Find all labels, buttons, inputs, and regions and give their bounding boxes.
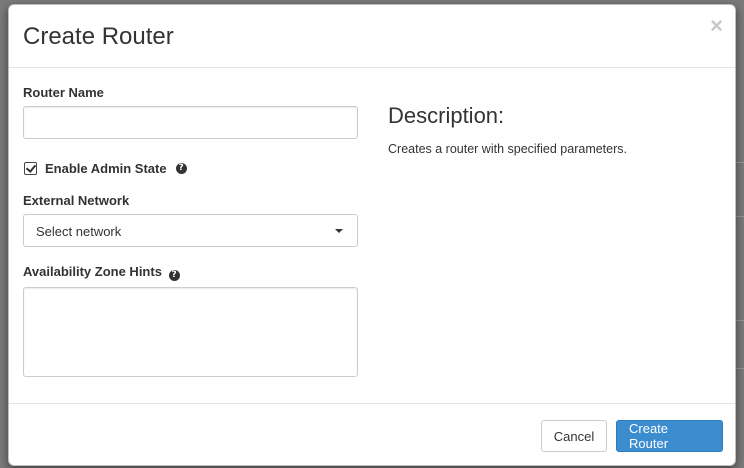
az-hints-label: Availability Zone Hints ? [23,264,358,281]
cancel-button[interactable]: Cancel [541,420,607,452]
az-hints-group: Availability Zone Hints ? [23,264,358,377]
background-divider [736,368,744,369]
background-divider [736,320,744,321]
help-icon[interactable]: ? [168,269,180,281]
background-divider [736,216,744,217]
external-network-group: External Network Select network [23,193,358,247]
az-hints-textarea[interactable] [23,286,358,377]
modal-title: Create Router [23,23,174,50]
router-name-input[interactable] [23,106,358,139]
external-network-value: Select network [36,224,122,239]
router-name-label: Router Name [23,85,104,100]
external-network-label: External Network [23,193,130,208]
caret-down-icon [335,229,343,233]
modal-footer: Cancel Create Router [9,403,735,467]
background-divider [736,162,744,163]
description-column: Description: Creates a router with speci… [388,103,718,156]
external-network-select[interactable]: Select network [23,214,358,247]
help-icon[interactable]: ? [175,162,187,174]
admin-state-row: Enable Admin State ? [23,159,187,177]
admin-state-label: Enable Admin State [45,160,167,176]
description-title: Description: [388,103,505,128]
az-hints-label-text: Availability Zone Hints [23,264,162,279]
description-text: Creates a router with specified paramete… [388,142,627,156]
close-icon[interactable]: × [710,15,723,37]
admin-state-checkbox[interactable] [24,161,37,175]
modal-header: Create Router × [9,5,735,68]
router-name-group: Router Name [23,85,358,139]
create-router-dialog: Create Router × Router Name Enable Admin… [8,4,736,466]
form-column: Router Name Enable Admin State ? Externa… [23,85,358,377]
create-router-button[interactable]: Create Router [616,420,723,452]
